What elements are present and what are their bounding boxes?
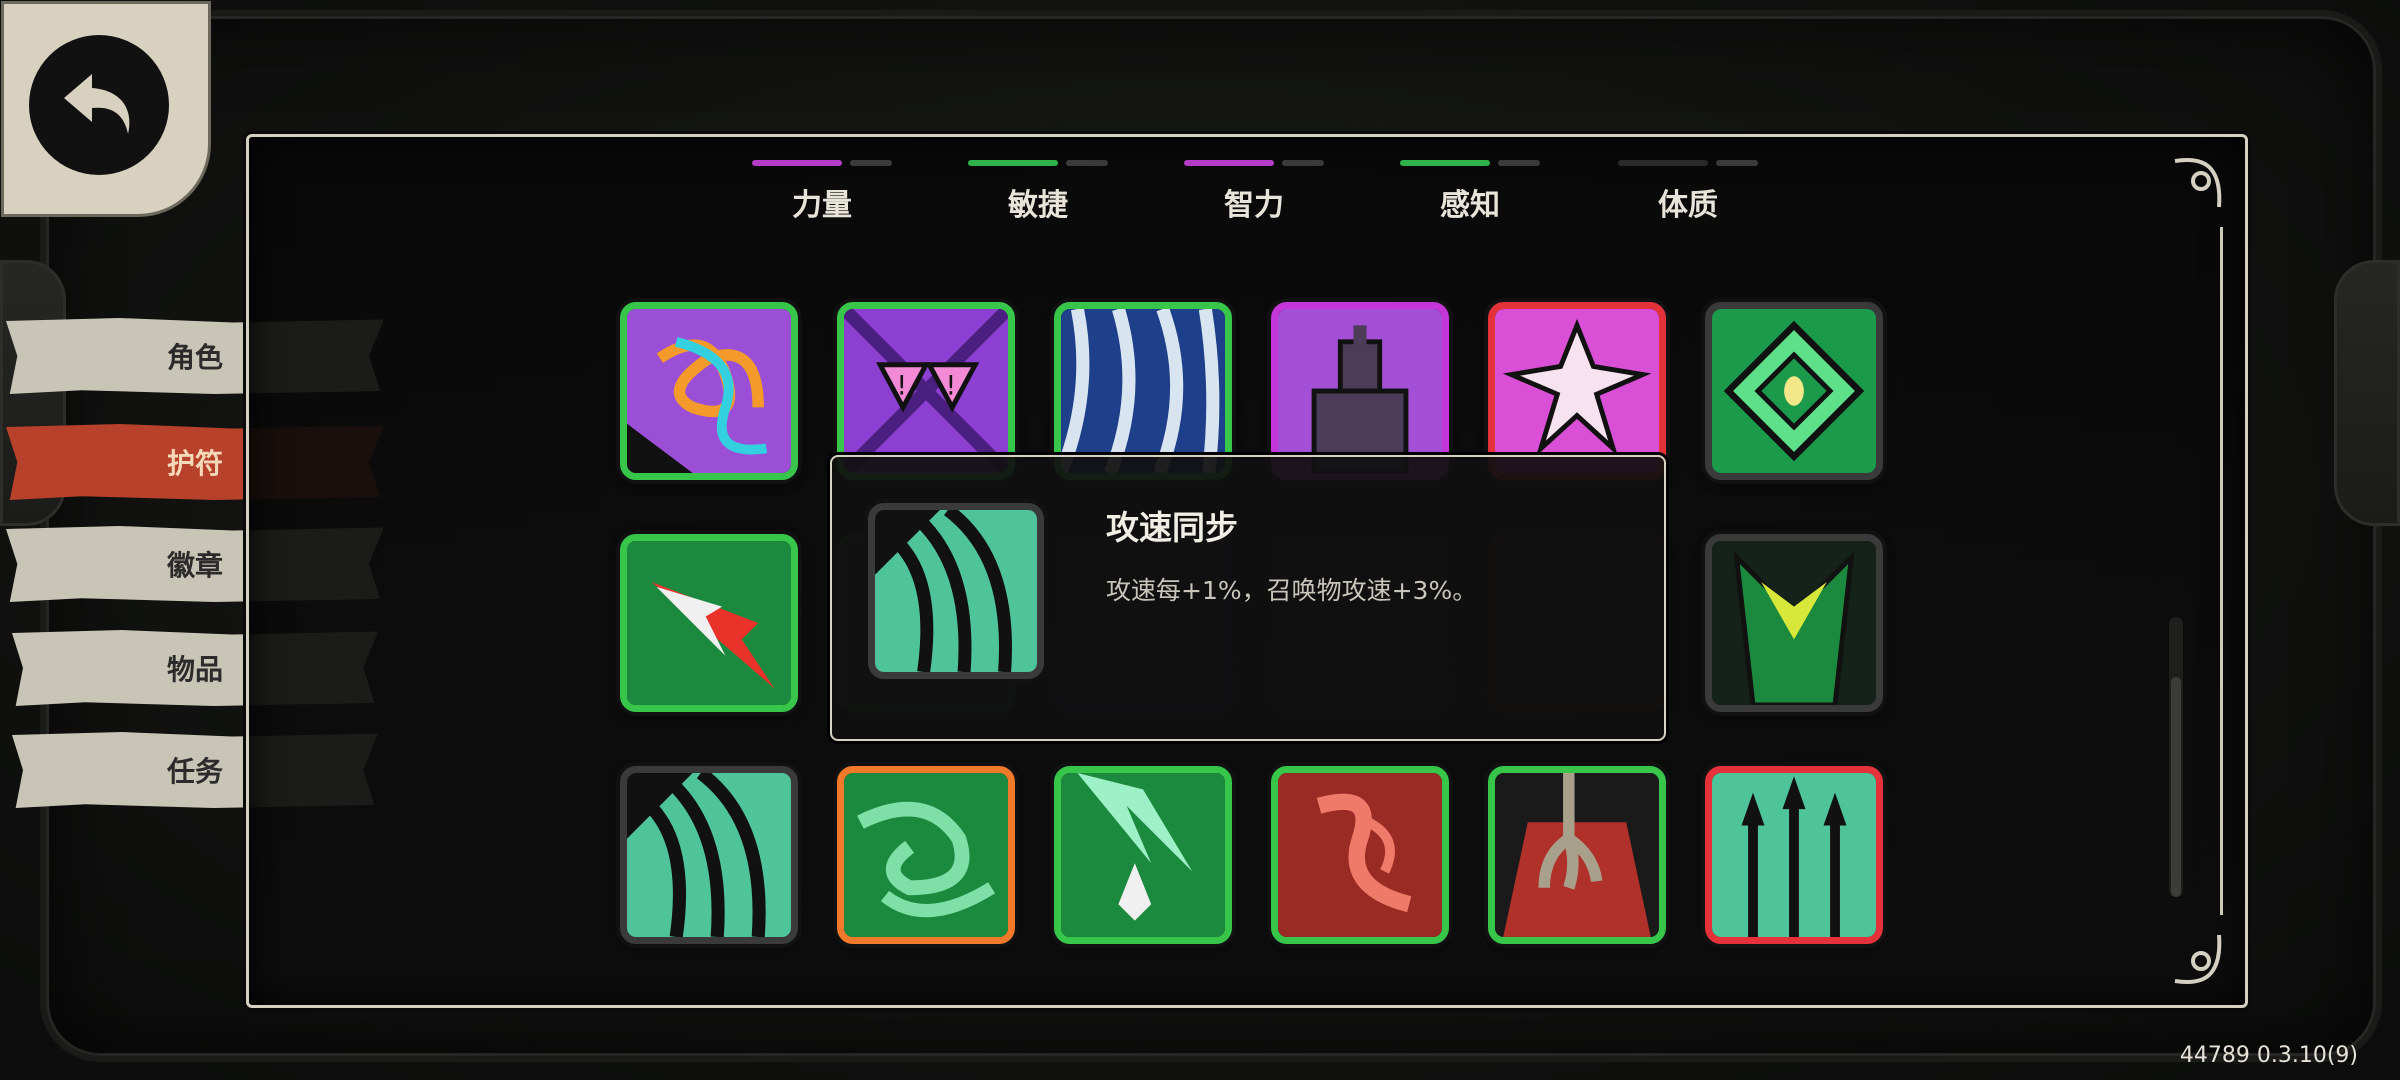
talisman-slot[interactable] xyxy=(1271,766,1449,944)
talisman-tooltip: 攻速同步 攻速每+1%，召唤物攻速+3%。 xyxy=(830,455,1666,741)
stat-agility: 敏捷 xyxy=(958,160,1118,224)
stat-label: 体质 xyxy=(1658,188,1718,223)
menu-item-label: 徽章 xyxy=(166,549,223,582)
tangled-ribbon-icon xyxy=(627,309,791,473)
menu-item-label: 护符 xyxy=(166,447,223,480)
crystal-spike-icon xyxy=(1061,773,1225,937)
talisman-slot[interactable] xyxy=(1705,534,1883,712)
talisman-slot[interactable] xyxy=(1271,302,1449,480)
talisman-slot[interactable] xyxy=(1054,302,1232,480)
version-label: 44789 0.3.10(9) xyxy=(2179,1043,2358,1068)
menu-item-label: 角色 xyxy=(166,341,223,374)
stat-perception: 感知 xyxy=(1390,160,1550,224)
tooltip-thumbnail xyxy=(868,503,1044,679)
tower-icon xyxy=(1278,309,1442,473)
stat-constitution: 体质 xyxy=(1608,160,1768,224)
claw-slash-icon xyxy=(627,773,791,937)
scrollbar-thumb[interactable] xyxy=(2171,677,2181,897)
talisman-slot[interactable] xyxy=(1705,302,1883,480)
stat-label: 力量 xyxy=(792,188,852,223)
scrollbar[interactable] xyxy=(2169,617,2183,897)
menu-item-label: 物品 xyxy=(166,653,223,686)
talisman-slot[interactable] xyxy=(620,534,798,712)
talisman-slot[interactable] xyxy=(1488,766,1666,944)
diamond-eye-icon xyxy=(1712,309,1876,473)
talisman-slot[interactable] xyxy=(837,766,1015,944)
talisman-slot[interactable] xyxy=(1488,302,1666,480)
vortex-icon xyxy=(844,773,1008,937)
grasping-hand-icon xyxy=(1495,773,1659,937)
cross-emblem-icon xyxy=(1495,309,1659,473)
talisman-slot[interactable] xyxy=(1054,766,1232,944)
warning-triangles-icon: ! ! xyxy=(844,309,1008,473)
back-arrow-icon xyxy=(29,35,169,175)
arrowhead-icon xyxy=(627,541,791,705)
stat-label: 感知 xyxy=(1440,188,1500,223)
stat-label: 敏捷 xyxy=(1008,188,1068,223)
corner-ornament-icon xyxy=(2174,934,2222,984)
tooltip-description: 攻速每+1%，召唤物攻速+3%。 xyxy=(1106,576,1478,605)
triple-spear-icon xyxy=(1712,773,1876,937)
claw-slash-icon xyxy=(875,510,1037,672)
right-frame-decoration xyxy=(2334,260,2400,526)
corner-ornament-icon xyxy=(2174,158,2222,208)
stat-label: 智力 xyxy=(1224,188,1284,223)
waterfall-icon xyxy=(1061,309,1225,473)
talisman-slot[interactable] xyxy=(620,766,798,944)
back-button[interactable] xyxy=(4,4,208,214)
stat-intelligence: 智力 xyxy=(1174,160,1334,224)
svg-text:!: ! xyxy=(896,371,907,401)
cloak-icon xyxy=(1712,541,1876,705)
talisman-slot[interactable]: ! ! xyxy=(837,302,1015,480)
svg-text:!: ! xyxy=(946,371,957,401)
talisman-slot[interactable] xyxy=(620,302,798,480)
serpent-icon xyxy=(1278,773,1442,937)
menu-item-label: 任务 xyxy=(166,755,223,788)
tooltip-title: 攻速同步 xyxy=(1106,508,1238,547)
stat-strength: 力量 xyxy=(742,160,902,224)
talisman-slot[interactable] xyxy=(1705,766,1883,944)
panel-divider xyxy=(2220,227,2223,915)
